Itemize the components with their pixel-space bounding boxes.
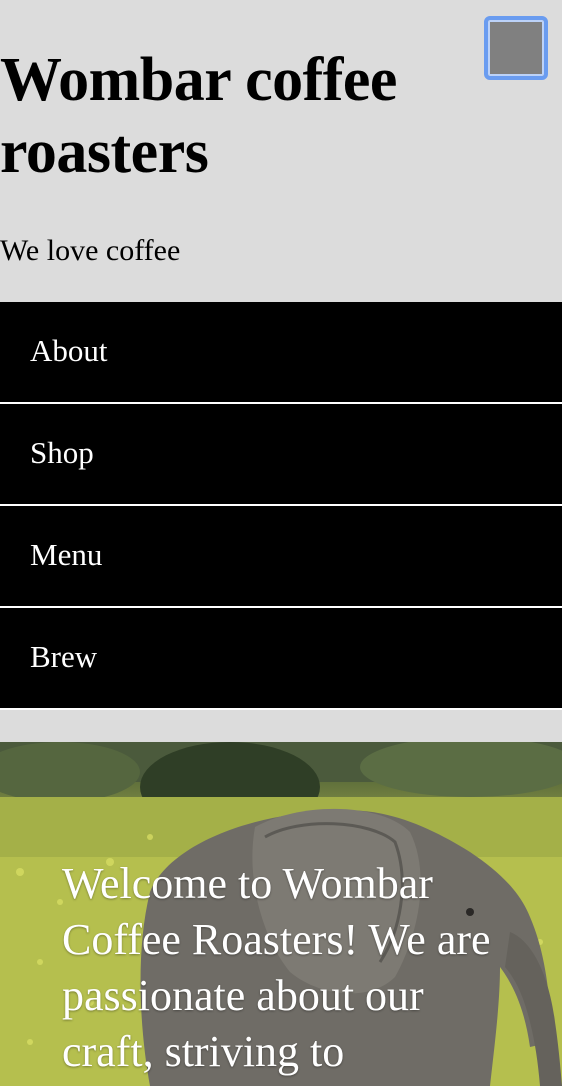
nav-item-shop[interactable]: Shop bbox=[0, 404, 562, 506]
hero-section: Welcome to Wombar Coffee Roasters! We ar… bbox=[0, 742, 562, 1086]
menu-toggle-button[interactable] bbox=[484, 16, 548, 80]
nav-item-about[interactable]: About bbox=[0, 302, 562, 404]
hero-welcome-text: Welcome to Wombar Coffee Roasters! We ar… bbox=[62, 859, 491, 1076]
nav-item-menu[interactable]: Menu bbox=[0, 506, 562, 608]
nav-item-brew[interactable]: Brew bbox=[0, 608, 562, 710]
site-title: Wombar coffee roasters bbox=[0, 46, 397, 186]
site-header: Wombar coffee roasters We love coffee bbox=[0, 0, 562, 302]
site-tagline: We love coffee bbox=[0, 234, 181, 267]
main-nav: About Shop Menu Brew bbox=[0, 302, 562, 710]
